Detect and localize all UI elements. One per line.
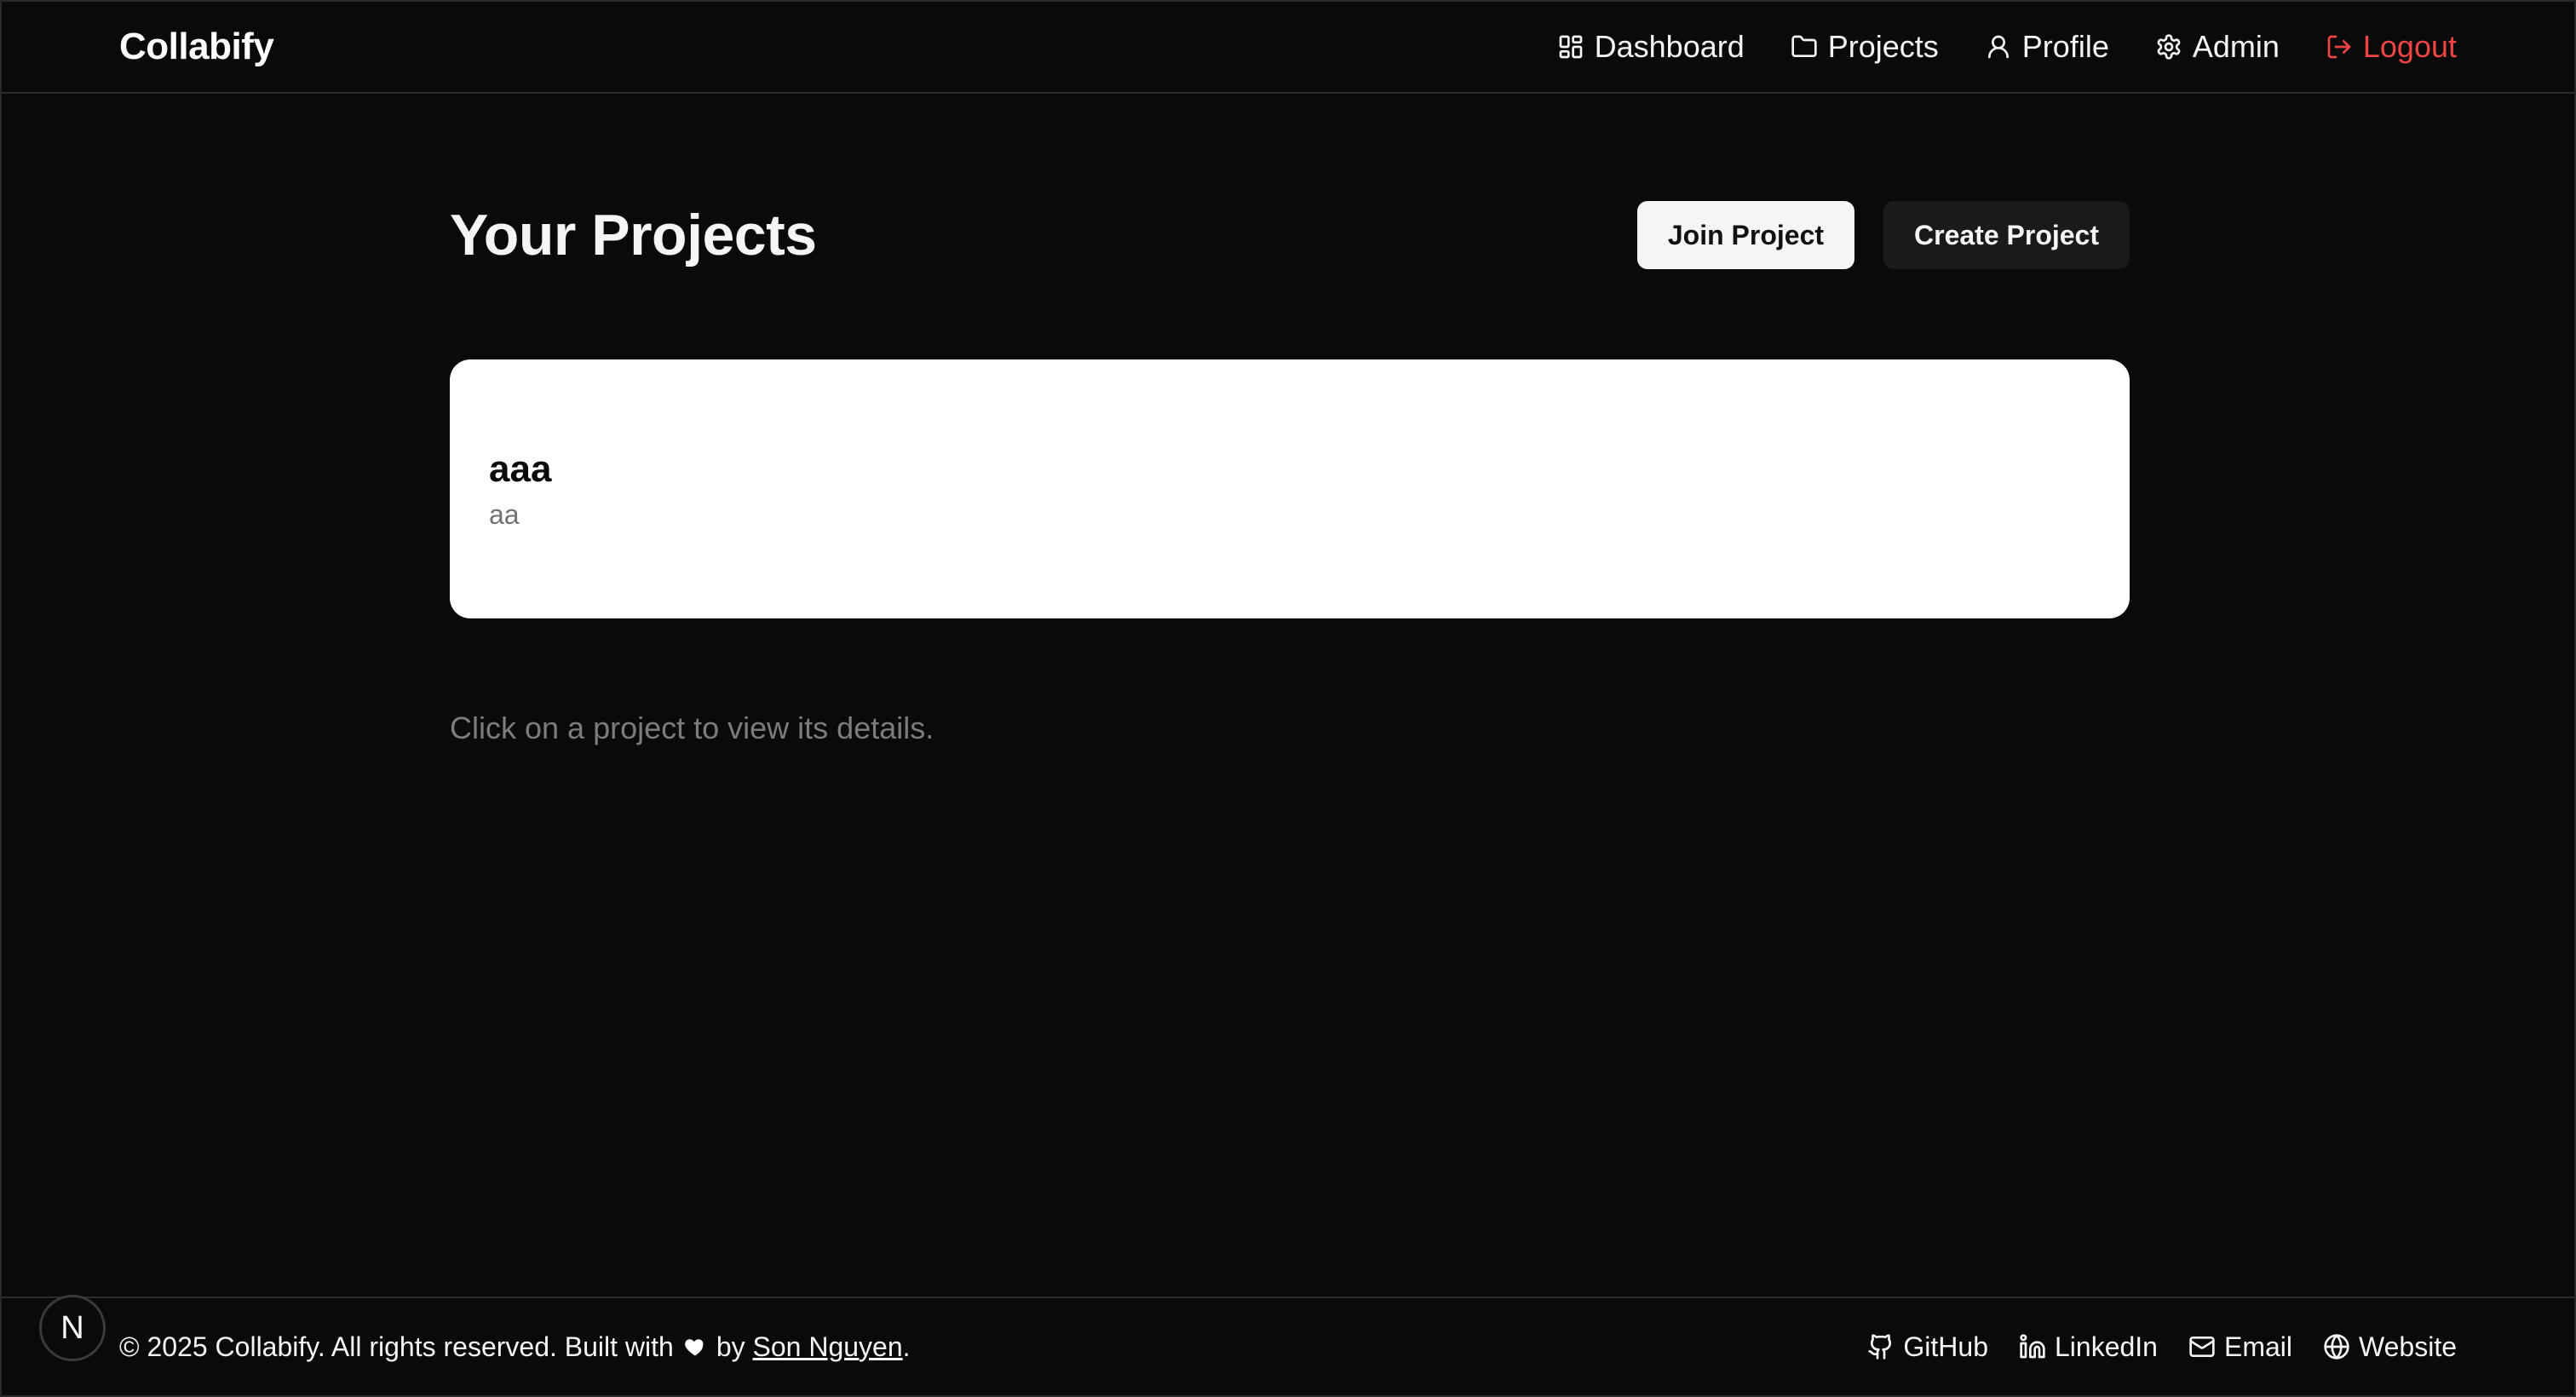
top-navbar: Collabify Dashboard Projects Profile Adm… [2,2,2574,94]
folder-icon [1791,35,1817,57]
nav-dashboard-label: Dashboard [1594,29,1745,64]
mail-icon [2189,1337,2215,1357]
main-nav: Dashboard Projects Profile Admin Logout [1557,29,2457,65]
gear-icon [2157,34,2181,60]
app-window: Collabify Dashboard Projects Profile Adm… [0,0,2576,1397]
nav-dashboard[interactable]: Dashboard [1557,29,1745,65]
period-text: . [902,1331,911,1362]
nav-projects[interactable]: Projects [1791,29,1939,65]
nav-logout[interactable]: Logout [2326,29,2457,65]
next-dev-badge[interactable]: N [39,1295,106,1361]
nav-profile-label: Profile [2021,29,2109,64]
nav-logout-label: Logout [2362,29,2457,64]
email-link[interactable]: Email [2188,1331,2292,1363]
footer-copyright: © 2025 Collabify. All rights reserved. B… [119,1331,911,1363]
github-link[interactable]: GitHub [1867,1331,1988,1363]
project-description: aa [489,499,520,530]
brand-logo[interactable]: Collabify [119,26,274,68]
globe-icon [2324,1334,2349,1360]
author-link[interactable]: Son Nguyen [753,1331,903,1363]
create-project-button[interactable]: Create Project [1883,201,2130,269]
footer-links: GitHub LinkedIn Email Website [1867,1331,2457,1363]
nav-projects-label: Projects [1827,29,1939,64]
project-card[interactable]: aaa aa [450,359,2130,618]
linkedin-label: LinkedIn [2054,1331,2158,1362]
join-project-button[interactable]: Join Project [1636,201,1855,269]
website-link[interactable]: Website [2323,1331,2457,1363]
linkedin-icon [2020,1334,2045,1359]
footer: © 2025 Collabify. All rights reserved. B… [2,1296,2574,1395]
main-content: Your Projects Join Project Create Projec… [450,94,2130,746]
logout-icon [2327,35,2351,59]
nav-admin[interactable]: Admin [2155,29,2280,65]
projects-hint: Click on a project to view its details. [450,710,934,745]
project-actions: Join Project Create Project [1636,201,2130,269]
heart-icon [685,1339,704,1356]
nav-profile[interactable]: Profile [1985,29,2109,65]
github-icon [1868,1334,1892,1360]
email-label: Email [2223,1331,2292,1362]
dashboard-icon [1559,35,1582,59]
project-name: aaa [489,448,552,490]
title-row: Your Projects Join Project Create Projec… [450,201,2130,269]
linkedin-link[interactable]: LinkedIn [2019,1331,2158,1363]
github-label: GitHub [1903,1331,1988,1362]
copyright-text: © 2025 Collabify. All rights reserved. B… [119,1331,674,1362]
user-icon [1987,35,2009,59]
website-label: Website [2358,1331,2457,1362]
page-title: Your Projects [450,203,817,267]
by-text: by [716,1331,745,1362]
nav-admin-label: Admin [2192,29,2280,64]
